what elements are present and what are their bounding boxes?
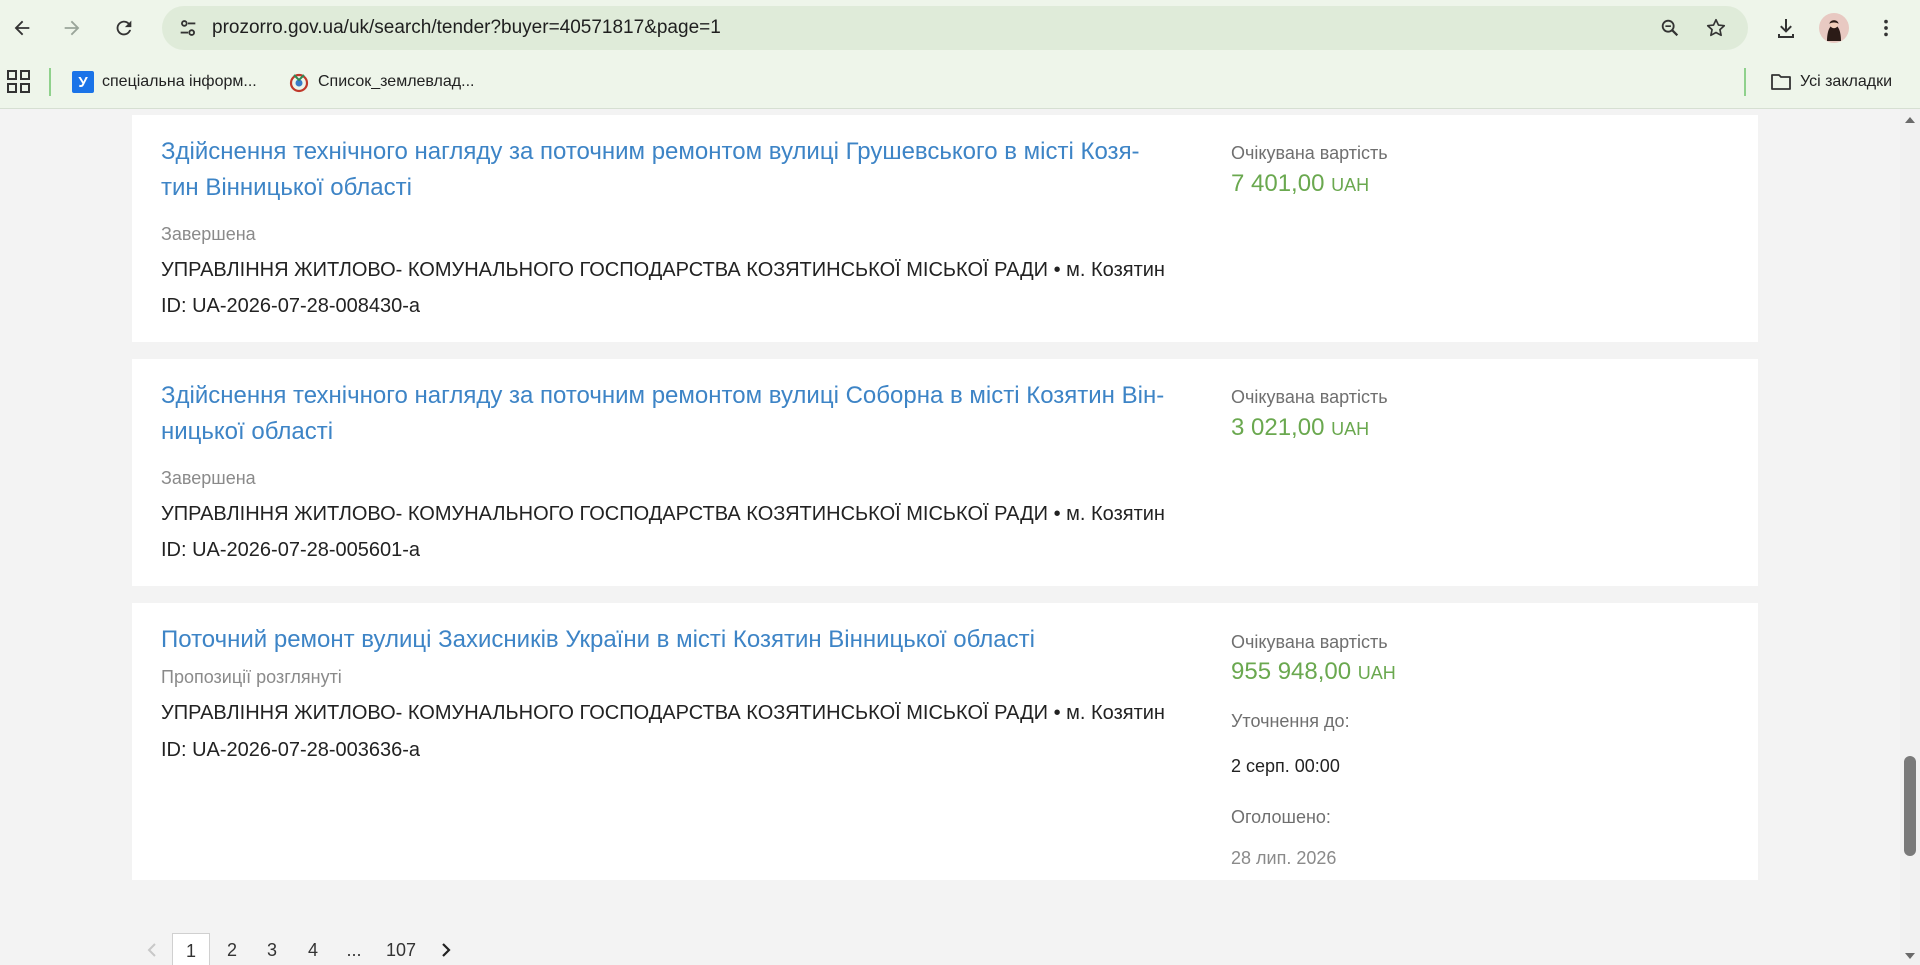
chevron-left-icon xyxy=(147,943,156,957)
apps-grid-icon[interactable] xyxy=(6,69,32,95)
chevron-right-icon xyxy=(442,943,451,957)
tender-title-link[interactable]: Здійснення технічного нагляду за поточни… xyxy=(161,134,1173,206)
tender-card: Здійснення технічного нагляду за поточни… xyxy=(132,359,1758,586)
pagination-ellipsis: ... xyxy=(346,940,362,960)
clarification-label: Уточнення до: xyxy=(1231,711,1350,731)
announced-date: 28 лип. 2026 xyxy=(1231,848,1337,868)
more-vert-icon xyxy=(1884,19,1888,37)
value-currency: UAH xyxy=(1331,419,1370,439)
tender-status: Завершена xyxy=(161,468,256,488)
tender-title-link[interactable]: Здійснення технічного нагляду за поточни… xyxy=(161,378,1173,450)
tender-organization: УПРАВЛІННЯ ЖИТЛОВО- КОМУНАЛЬНОГО ГОСПОДА… xyxy=(161,702,1165,724)
zoom-button[interactable] xyxy=(1654,12,1686,44)
bookmark-star-button[interactable] xyxy=(1700,12,1732,44)
bookmark-label: Список_землевлад... xyxy=(318,73,475,90)
page-3-button[interactable]: 3 xyxy=(260,933,284,965)
tune-icon xyxy=(180,20,196,36)
page-107-button[interactable]: 107 xyxy=(381,933,421,965)
bookmarks-bar: У спеціальна інформ... Список_землевлад.… xyxy=(0,56,1920,109)
wikimedia-favicon xyxy=(288,71,310,93)
bookmark-label: спеціальна інформ... xyxy=(102,73,257,90)
u-favicon: У xyxy=(72,71,94,93)
site-info-button[interactable] xyxy=(172,12,204,44)
tender-organization: УПРАВЛІННЯ ЖИТЛОВО- КОМУНАЛЬНОГО ГОСПОДА… xyxy=(161,259,1165,281)
value-amount: 7 401,00 xyxy=(1231,170,1325,197)
tender-status: Пропозиції розглянуті xyxy=(161,667,342,687)
arrow-right-icon xyxy=(64,20,80,36)
page-scrollbar[interactable] xyxy=(1900,109,1920,965)
announced-label: Оголошено: xyxy=(1231,807,1331,827)
tender-id: ID: UA-2026-07-28-005601-a xyxy=(161,539,421,561)
star-icon xyxy=(1706,18,1726,37)
value-amount: 955 948,00 xyxy=(1231,658,1352,685)
clarification-date: 2 серп. 00:00 xyxy=(1231,756,1340,776)
bookmarks-separator xyxy=(49,68,51,96)
page-content: Здійснення технічного нагляду за поточни… xyxy=(0,109,1900,965)
expected-value: 7 401,00 UAH xyxy=(1231,170,1369,198)
bookmarks-separator xyxy=(1744,68,1746,96)
page-1-button[interactable]: 1 xyxy=(172,933,210,965)
tender-title-link[interactable]: Поточний ремонт вулиці Захисників Україн… xyxy=(161,622,1173,658)
scroll-up-arrow-icon[interactable] xyxy=(1904,115,1916,125)
value-currency: UAH xyxy=(1357,663,1396,683)
avatar-icon xyxy=(1819,13,1849,43)
url-text[interactable]: prozorro.gov.ua/uk/search/tender?buyer=4… xyxy=(212,6,721,50)
value-currency: UAH xyxy=(1331,175,1370,195)
browser-menu-button[interactable] xyxy=(1870,12,1902,44)
zoom-icon xyxy=(1661,19,1679,37)
tender-organization: УПРАВЛІННЯ ЖИТЛОВО- КОМУНАЛЬНОГО ГОСПОДА… xyxy=(161,503,1165,525)
all-bookmarks-button[interactable]: Усі закладки xyxy=(1770,66,1892,98)
scrollbar-thumb[interactable] xyxy=(1904,756,1916,856)
download-icon xyxy=(1778,19,1794,38)
folder-icon xyxy=(1770,71,1792,93)
expected-value-label: Очікувана вартість xyxy=(1231,632,1388,652)
page-4-button[interactable]: 4 xyxy=(301,933,325,965)
expected-value-label: Очікувана вартість xyxy=(1231,387,1388,407)
next-page-button[interactable] xyxy=(434,933,458,965)
prev-page-button[interactable] xyxy=(140,933,164,965)
tender-card: Поточний ремонт вулиці Захисників Україн… xyxy=(132,603,1758,880)
address-bar[interactable]: prozorro.gov.ua/uk/search/tender?buyer=4… xyxy=(162,6,1748,50)
expected-value: 955 948,00 UAH xyxy=(1231,658,1396,686)
reload-icon xyxy=(116,20,132,36)
expected-value-label: Очікувана вартість xyxy=(1231,143,1388,163)
scroll-down-arrow-icon[interactable] xyxy=(1904,951,1916,961)
bookmark-item-landowners-list[interactable]: Список_землевлад... xyxy=(288,66,474,98)
profile-avatar[interactable] xyxy=(1818,12,1850,44)
expected-value: 3 021,00 UAH xyxy=(1231,414,1369,442)
bookmark-item-special-info[interactable]: У спеціальна інформ... xyxy=(72,66,257,98)
tender-status: Завершена xyxy=(161,224,256,244)
arrow-left-icon xyxy=(14,20,30,36)
tender-id: ID: UA-2026-07-28-003636-a xyxy=(161,739,421,761)
tender-id: ID: UA-2026-07-28-008430-a xyxy=(161,295,421,317)
page-2-button[interactable]: 2 xyxy=(220,933,244,965)
all-bookmarks-label: Усі закладки xyxy=(1800,73,1893,90)
forward-button[interactable] xyxy=(56,12,88,44)
tender-card: Здійснення технічного нагляду за поточни… xyxy=(132,115,1758,342)
reload-button[interactable] xyxy=(108,12,140,44)
downloads-button[interactable] xyxy=(1770,12,1802,44)
back-button[interactable] xyxy=(6,12,38,44)
value-amount: 3 021,00 xyxy=(1231,414,1325,441)
browser-toolbar: prozorro.gov.ua/uk/search/tender?buyer=4… xyxy=(0,0,1920,56)
